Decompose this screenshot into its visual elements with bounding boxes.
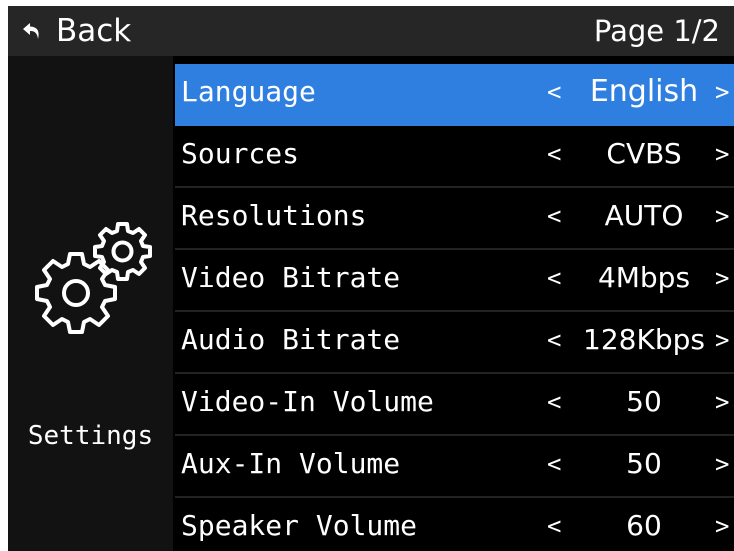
chevron-right-icon[interactable]: > bbox=[715, 188, 729, 244]
menu-row-label: Resolutions bbox=[181, 199, 367, 232]
sidebar-label-settings: Settings bbox=[27, 421, 154, 451]
chevron-right-icon[interactable]: > bbox=[715, 498, 729, 551]
menu-row-label: Video-In Volume bbox=[181, 385, 434, 418]
chevron-right-icon[interactable]: > bbox=[715, 64, 729, 120]
sidebar: Settings bbox=[8, 56, 173, 551]
menu-row[interactable]: Aux-In Volume <50 > bbox=[175, 436, 734, 498]
back-label: Back bbox=[56, 13, 132, 49]
chevron-left-icon[interactable]: < bbox=[547, 436, 561, 492]
menu-row-label: Audio Bitrate bbox=[181, 323, 401, 356]
menu-row-value: CVBS bbox=[606, 137, 682, 170]
menu-row-label: Aux-In Volume bbox=[181, 447, 401, 480]
chevron-left-icon[interactable]: < bbox=[547, 188, 561, 244]
menu-row-label: Sources bbox=[181, 137, 300, 170]
menu-row-label: Language bbox=[181, 75, 316, 108]
chevron-right-icon[interactable]: > bbox=[715, 436, 729, 492]
menu-row[interactable]: Language < English > bbox=[175, 64, 734, 126]
menu-row[interactable]: Audio Bitrate <128Kbps > bbox=[175, 312, 734, 374]
back-arrow-icon bbox=[23, 23, 39, 39]
menu-row-value: 60 bbox=[626, 509, 662, 542]
gears-icon bbox=[35, 222, 152, 334]
chevron-left-icon[interactable]: < bbox=[547, 250, 561, 306]
chevron-left-icon[interactable]: < bbox=[547, 64, 561, 120]
menu-row-value: 128Kbps bbox=[583, 323, 705, 356]
menu-row-label: Video Bitrate bbox=[181, 261, 401, 294]
page-indicator: Page 1/2 bbox=[593, 14, 720, 48]
menu-row[interactable]: Speaker Volume <60 > bbox=[175, 498, 734, 551]
settings-screen: Back Page 1/2 Settings Language < English >… bbox=[8, 6, 734, 551]
menu-row-value: 50 bbox=[626, 385, 662, 418]
chevron-left-icon[interactable]: < bbox=[547, 312, 561, 368]
chevron-left-icon[interactable]: < bbox=[547, 498, 561, 551]
menu-row-value: AUTO bbox=[604, 199, 684, 232]
chevron-left-icon[interactable]: < bbox=[547, 374, 561, 430]
top-bar: Back Page 1/2 bbox=[8, 6, 734, 56]
chevron-right-icon[interactable]: > bbox=[715, 374, 729, 430]
menu-row-value: 50 bbox=[626, 447, 662, 480]
chevron-left-icon[interactable]: < bbox=[547, 126, 561, 182]
menu-row-label: Speaker Volume bbox=[181, 509, 418, 542]
settings-menu-list: Language < English > Sources < CVBS > Resolution… bbox=[175, 64, 734, 551]
menu-row[interactable]: Video Bitrate <4Mbps > bbox=[175, 250, 734, 312]
menu-row-value: 4Mbps bbox=[597, 261, 691, 294]
chevron-right-icon[interactable]: > bbox=[715, 250, 729, 306]
back-button[interactable]: Back bbox=[22, 6, 131, 56]
chevron-right-icon[interactable]: > bbox=[715, 126, 729, 182]
chevron-right-icon[interactable]: > bbox=[715, 312, 729, 368]
menu-row[interactable]: Video-In Volume <50 > bbox=[175, 374, 734, 436]
menu-row-value: English bbox=[589, 74, 699, 109]
menu-row[interactable]: Sources < CVBS > bbox=[175, 126, 734, 188]
menu-row[interactable]: Resolutions < AUTO > bbox=[175, 188, 734, 250]
